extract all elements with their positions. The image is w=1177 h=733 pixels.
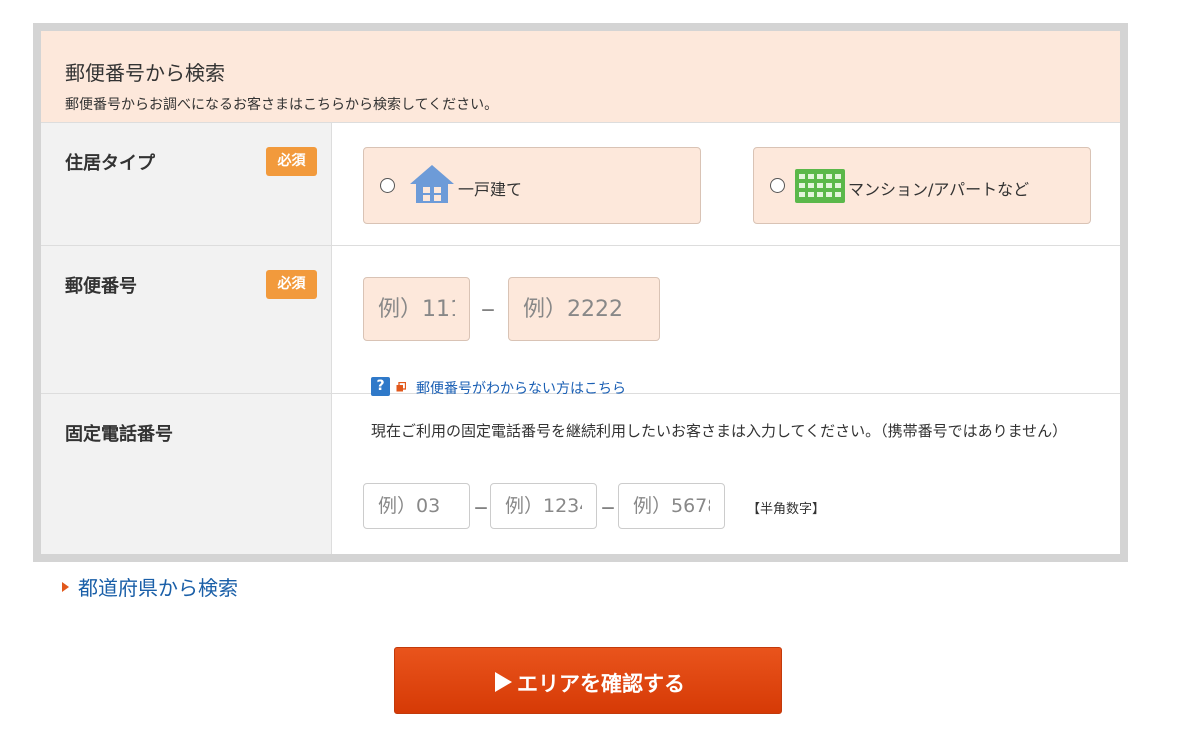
- confirm-area-button[interactable]: エリアを確認する: [394, 647, 782, 714]
- new-window-icon: [396, 382, 406, 392]
- panel-title: 郵便番号から検索: [65, 61, 225, 85]
- panel-header: 郵便番号から検索 郵便番号からお調べになるお客さまはこちらから検索してください。: [41, 31, 1120, 123]
- housing-option-apartment[interactable]: マンション/アパートなど: [753, 147, 1091, 224]
- housing-option-label: 一戸建て: [458, 180, 523, 199]
- housing-type-row: 住居タイプ 必須 一戸建て マンション/アパートなど: [41, 123, 1120, 246]
- apartment-building-icon: [795, 169, 845, 203]
- postal-code-first-input[interactable]: [363, 277, 470, 341]
- half-width-digits-note: 【半角数字】: [747, 502, 826, 517]
- house-icon: [410, 165, 454, 203]
- required-badge: 必須: [266, 147, 317, 176]
- prefecture-search-link-text[interactable]: 都道府県から検索: [78, 572, 238, 601]
- postal-code-separator: －: [480, 301, 497, 320]
- arrow-right-icon: [62, 582, 69, 592]
- radio-button[interactable]: [380, 178, 395, 193]
- landline-area-code-input[interactable]: [363, 483, 470, 529]
- radio-button[interactable]: [770, 178, 785, 193]
- landline-label-cell: 固定電話番号: [41, 394, 332, 554]
- landline-note: 現在ご利用の固定電話番号を継続利用したいお客さまは入力してください。（携帯番号で…: [371, 422, 1068, 440]
- panel-subtitle: 郵便番号からお調べになるお客さまはこちらから検索してください。: [65, 97, 499, 113]
- housing-option-detached[interactable]: 一戸建て: [363, 147, 701, 224]
- landline-separator: －: [473, 499, 490, 518]
- postal-search-panel: 郵便番号から検索 郵便番号からお調べになるお客さまはこちらから検索してください。…: [41, 31, 1120, 554]
- postal-code-row: 郵便番号 必須 － ? 郵便番号がわからない方はこちら: [41, 246, 1120, 397]
- housing-type-label: 住居タイプ: [65, 153, 155, 174]
- postal-code-second-input[interactable]: [508, 277, 660, 341]
- housing-option-label: マンション/アパートなど: [848, 180, 1030, 199]
- housing-type-label-cell: 住居タイプ 必須: [41, 123, 332, 245]
- play-arrow-icon: [495, 672, 512, 692]
- landline-row: 固定電話番号 現在ご利用の固定電話番号を継続利用したいお客さまは入力してください…: [41, 394, 1120, 554]
- postal-search-frame: 郵便番号から検索 郵便番号からお調べになるお客さまはこちらから検索してください。…: [33, 23, 1128, 562]
- landline-separator: －: [600, 499, 617, 518]
- landline-local-code-input[interactable]: [490, 483, 597, 529]
- confirm-area-button-label: エリアを確認する: [517, 672, 685, 696]
- landline-label: 固定電話番号: [65, 424, 173, 445]
- postal-code-label: 郵便番号: [65, 276, 137, 297]
- required-badge: 必須: [266, 270, 317, 299]
- postal-code-label-cell: 郵便番号 必須: [41, 246, 332, 393]
- landline-number-input[interactable]: [618, 483, 725, 529]
